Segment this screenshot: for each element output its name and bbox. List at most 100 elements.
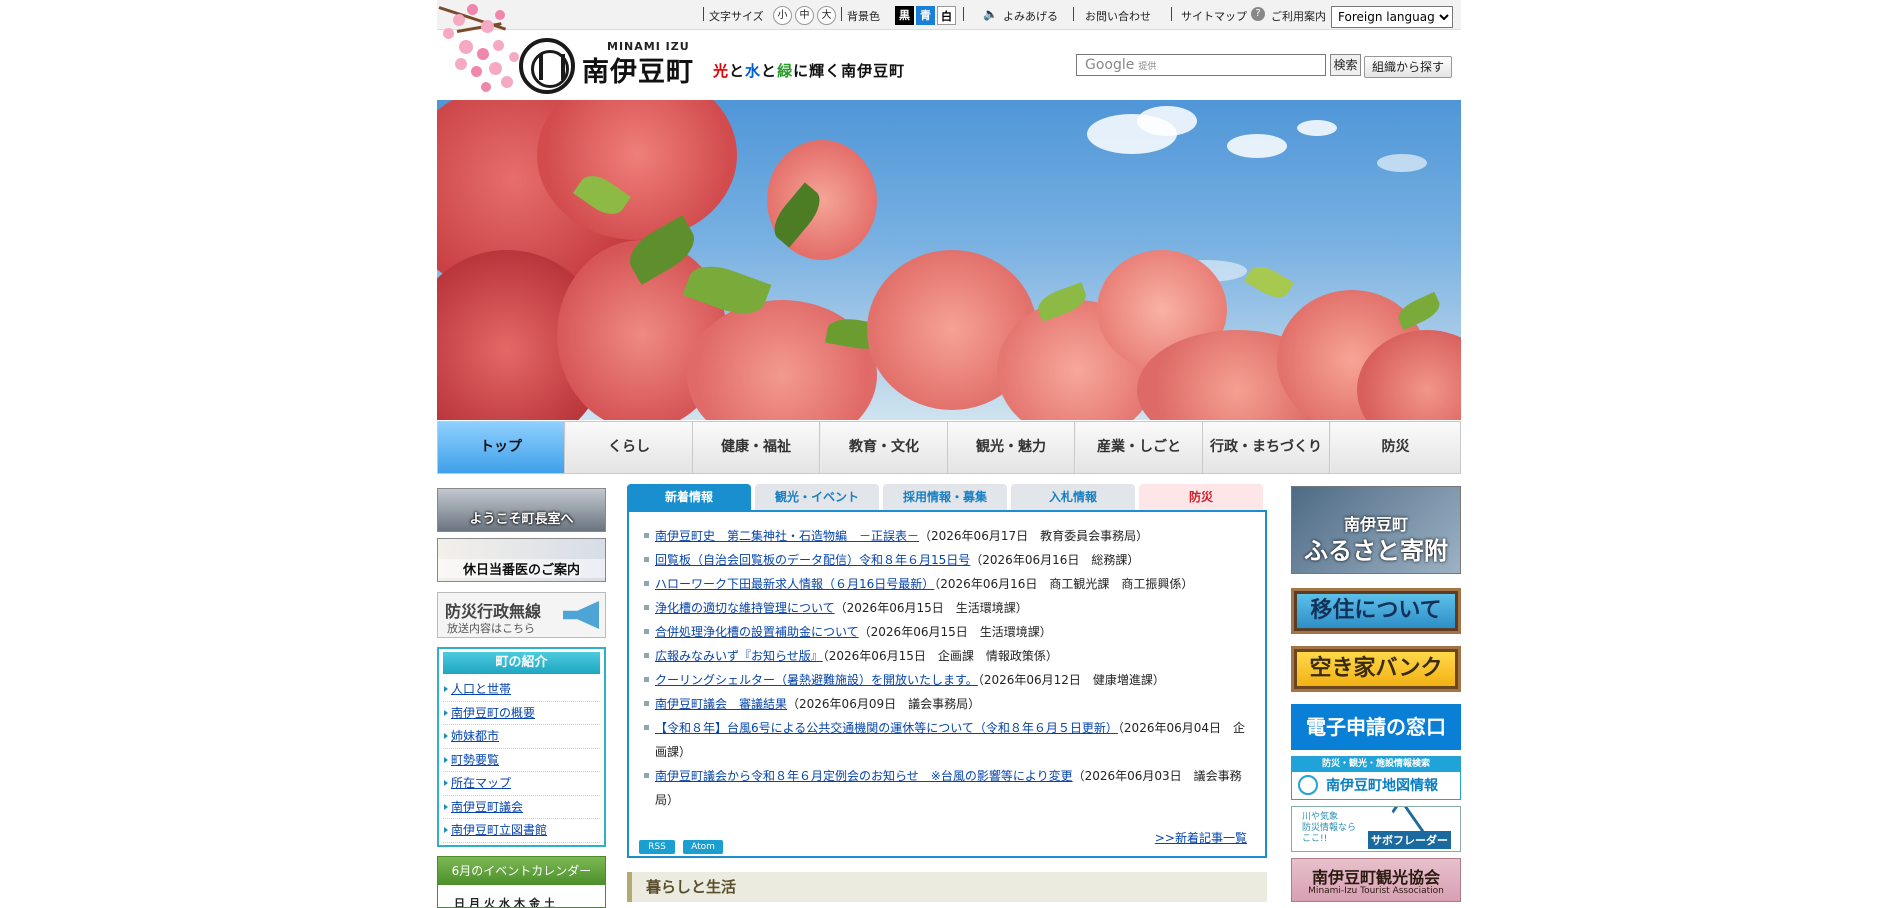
sabo-radar-banner[interactable]: 川や気象 防災情報なら ここ!! サボフレーダー (1291, 806, 1461, 852)
language-select[interactable]: Foreign language (1331, 6, 1453, 28)
intro-link-sister-city[interactable]: 姉妹都市 (451, 729, 499, 743)
rss-button[interactable]: RSS (639, 840, 675, 854)
intro-link-overview[interactable]: 南伊豆町の概要 (451, 706, 535, 720)
read-aloud-link[interactable]: よみあげる (1003, 8, 1058, 24)
event-calendar: 6月のイベントカレンダー 日月火水木金土 (437, 856, 606, 908)
sabo-line-2: 防災情報なら (1302, 823, 1357, 833)
tagline-and: と (729, 62, 746, 80)
news-link[interactable]: 【令和８年】台風6号による公共交通機関の運休等について（令和８年６月５日更新） (655, 721, 1118, 735)
font-size-large-button[interactable]: 大 (817, 6, 836, 25)
vacant-house-bank-label: 空き家バンク (1297, 652, 1455, 686)
list-item: クーリングシェルター（暑熱避難施設）を開放いたします。（2026年06月12日 … (643, 668, 1253, 692)
news-meta: （2026年06月17日 教育委員会事務局） (919, 529, 1149, 543)
divider (703, 7, 704, 21)
tab-disaster[interactable]: 防災 (1139, 484, 1263, 510)
town-intro-list: 人口と世帯 南伊豆町の概要 姉妹都市 町勢要覧 所在マップ 南伊豆町議会 南伊豆… (439, 678, 604, 843)
map-pin-icon (1298, 775, 1318, 795)
atom-button[interactable]: Atom (683, 840, 723, 854)
news-link[interactable]: ハローワーク下田最新求人情報（６月16日号最新） (655, 577, 934, 591)
search-input[interactable]: Google 提供 (1076, 54, 1326, 76)
news-link[interactable]: 広報みなみいず『お知らせ版』 (655, 649, 823, 663)
nav-administration[interactable]: 行政・まちづくり (1203, 422, 1330, 473)
sabo-line-3: ここ!! (1302, 834, 1328, 844)
site-header: MINAMI IZU 南伊豆町 光と水と緑に輝く南伊豆町 Google 提供 検索… (437, 30, 1461, 100)
tagline-rest: に輝く南伊豆町 (793, 62, 906, 80)
tourism-association-english: Minami-Izu Tourist Association (1308, 886, 1444, 896)
nav-industry-jobs[interactable]: 産業・しごと (1076, 422, 1203, 473)
intro-link-map[interactable]: 所在マップ (451, 776, 511, 790)
tab-tourism-events[interactable]: 観光・イベント (755, 484, 879, 510)
news-link[interactable]: クーリングシェルター（暑熱避難施設）を開放いたします。 (655, 673, 978, 687)
divider (841, 7, 842, 21)
intro-link-assembly[interactable]: 南伊豆町議会 (451, 800, 523, 814)
holiday-doctor-banner[interactable]: 休日当番医のご案内 (437, 538, 606, 582)
tab-new-info[interactable]: 新着情報 (627, 484, 751, 510)
nav-health-welfare[interactable]: 健康・福祉 (693, 422, 820, 473)
map-info-top-label: 防災・観光・施設情報検索 (1292, 757, 1460, 772)
town-intro-box: 町の紹介 人口と世帯 南伊豆町の概要 姉妹都市 町勢要覧 所在マップ 南伊豆町議… (437, 647, 606, 847)
news-meta: （2026年06月15日 生活環境課） (834, 601, 1028, 615)
news-link[interactable]: 南伊豆町議会から令和８年６月定例会のお知らせ ※台風の影響等により変更 (655, 769, 1073, 783)
section-title: 暮らしと生活 (627, 872, 1267, 902)
tab-bidding[interactable]: 入札情報 (1011, 484, 1135, 510)
search-button[interactable]: 検索 (1330, 54, 1361, 76)
news-link[interactable]: 回覧板（自治会回覧板のデータ配信）令和８年６月15日号 (655, 553, 970, 567)
event-calendar-title: 6月のイベントカレンダー (438, 857, 605, 885)
bg-black-button[interactable]: 黒 (895, 6, 914, 25)
news-link[interactable]: 南伊豆町史 第二集神社・石造物編 －正誤表－ (655, 529, 919, 543)
nav-top[interactable]: トップ (438, 422, 565, 473)
font-size-medium-button[interactable]: 中 (795, 6, 814, 25)
town-emblem-icon[interactable] (519, 38, 575, 94)
mayor-office-label: ようこそ町長室へ (469, 512, 574, 527)
news-link[interactable]: 浄化槽の適切な維持管理について (655, 601, 835, 615)
contact-link[interactable]: お問い合わせ (1085, 8, 1151, 24)
nav-education-culture[interactable]: 教育・文化 (821, 422, 948, 473)
news-more-link[interactable]: >>新着記事一覧 (1155, 829, 1247, 846)
nav-tourism[interactable]: 観光・魅力 (948, 422, 1075, 473)
vacant-house-bank-banner[interactable]: 空き家バンク (1291, 646, 1461, 692)
list-item: 町勢要覧 (443, 749, 600, 772)
relocation-label: 移住について (1297, 594, 1455, 628)
speaker-icon: 🔈 (983, 7, 998, 21)
intro-link-population[interactable]: 人口と世帯 (451, 682, 511, 696)
news-meta: （2026年06月16日 総務課） (970, 553, 1140, 567)
list-item: 南伊豆町の概要 (443, 702, 600, 725)
tab-recruitment[interactable]: 採用情報・募集 (883, 484, 1007, 510)
news-meta: （2026年06月09日 議会事務局） (787, 697, 981, 711)
map-info-banner[interactable]: 防災・観光・施設情報検索 南伊豆町地図情報 (1291, 756, 1461, 800)
utility-bar: 文字サイズ 小 中 大 背景色 黒 青 白 🔈 よみあげる お問い合わせ サイト… (437, 0, 1461, 30)
disaster-radio-banner[interactable]: 防災行政無線 放送内容はこちら (437, 592, 606, 638)
tagline-water: 水 (745, 62, 762, 80)
tourism-association-banner[interactable]: 南伊豆町観光協会 Minami-Izu Tourist Association (1291, 858, 1461, 902)
list-item: 南伊豆町史 第二集神社・石造物編 －正誤表－（2026年06月17日 教育委員会… (643, 524, 1253, 548)
intro-link-town-summary[interactable]: 町勢要覧 (451, 753, 499, 767)
intro-link-library[interactable]: 南伊豆町立図書館 (451, 823, 547, 837)
furusato-donation-banner[interactable]: 南伊豆町 ふるさと寄附 (1291, 486, 1461, 574)
sitemap-link[interactable]: サイトマップ (1181, 8, 1247, 24)
guide-link[interactable]: ご利用案内 (1271, 8, 1326, 24)
list-item: 回覧板（自治会回覧板のデータ配信）令和８年６月15日号（2026年06月16日 … (643, 548, 1253, 572)
tagline-green: 緑 (777, 62, 794, 80)
bg-white-button[interactable]: 白 (937, 6, 956, 25)
global-nav: トップ くらし 健康・福祉 教育・文化 観光・魅力 産業・しごと 行政・まちづく… (437, 421, 1461, 474)
org-search-button[interactable]: 組織から探す (1364, 56, 1452, 78)
relocation-banner[interactable]: 移住について (1291, 588, 1461, 634)
list-item: 南伊豆町立図書館 (443, 819, 600, 843)
list-item: 人口と世帯 (443, 678, 600, 702)
tagline: 光と水と緑に輝く南伊豆町 (713, 60, 905, 81)
megaphone-icon (563, 601, 599, 629)
nav-kurashi[interactable]: くらし (566, 422, 693, 473)
font-size-label: 文字サイズ (709, 10, 764, 23)
news-link[interactable]: 合併処理浄化槽の設置補助金について (655, 625, 859, 639)
font-size-small-button[interactable]: 小 (773, 6, 792, 25)
news-link[interactable]: 南伊豆町議会 審議結果 (655, 697, 787, 711)
mayor-office-banner[interactable]: ようこそ町長室へ (437, 488, 606, 532)
news-tabs: 新着情報 観光・イベント 採用情報・募集 入札情報 防災 (627, 484, 1267, 510)
news-meta: （2026年06月16日 商工観光課 商工振興係） (934, 577, 1194, 591)
e-application-banner[interactable]: 電子申請の窓口 (1291, 704, 1461, 750)
site-logo[interactable]: 南伊豆町 (582, 50, 694, 89)
list-item: ハローワーク下田最新求人情報（６月16日号最新）（2026年06月16日 商工観… (643, 572, 1253, 596)
nav-disaster-prevention[interactable]: 防災 (1331, 422, 1460, 473)
bg-blue-button[interactable]: 青 (916, 6, 935, 25)
list-item: 合併処理浄化槽の設置補助金について（2026年06月15日 生活環境課） (643, 620, 1253, 644)
